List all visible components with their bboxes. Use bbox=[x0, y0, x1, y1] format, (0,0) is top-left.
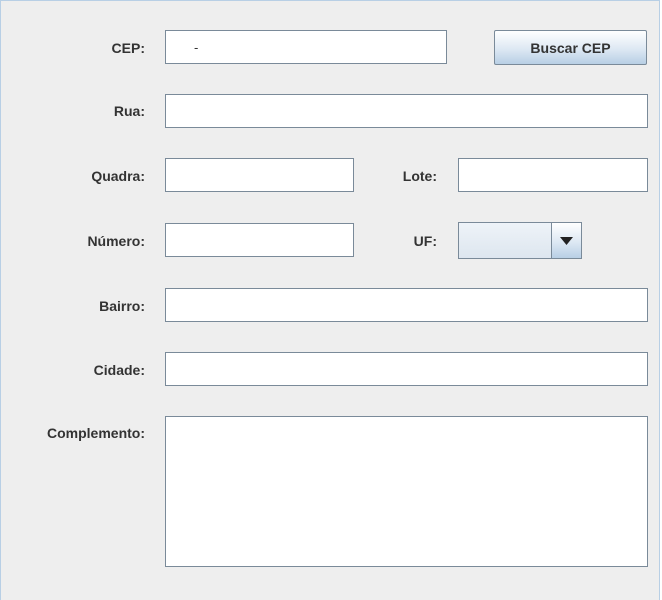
numero-label: Número: bbox=[87, 233, 145, 249]
rua-label: Rua: bbox=[113, 103, 145, 119]
rua-input[interactable] bbox=[165, 94, 648, 128]
lote-label: Lote: bbox=[402, 168, 437, 184]
uf-dropdown-button[interactable] bbox=[551, 223, 581, 258]
cidade-label: Cidade: bbox=[93, 362, 145, 378]
complemento-label: Complemento: bbox=[47, 425, 145, 441]
numero-input[interactable] bbox=[165, 223, 354, 257]
cidade-input[interactable] bbox=[165, 352, 648, 386]
quadra-label: Quadra: bbox=[91, 168, 145, 184]
cep-label: CEP: bbox=[111, 40, 145, 56]
bairro-input[interactable] bbox=[165, 288, 648, 322]
cep-input[interactable] bbox=[165, 30, 447, 64]
complemento-textarea[interactable] bbox=[165, 416, 648, 567]
uf-label: UF: bbox=[413, 233, 437, 249]
uf-selected-value bbox=[459, 223, 551, 258]
lote-input[interactable] bbox=[458, 158, 648, 192]
buscar-cep-button[interactable]: Buscar CEP bbox=[494, 30, 647, 65]
address-form-panel: CEP: Buscar CEP Rua: Quadra: Lote: Númer… bbox=[0, 0, 660, 600]
chevron-down-icon bbox=[560, 237, 573, 245]
quadra-input[interactable] bbox=[165, 158, 354, 192]
bairro-label: Bairro: bbox=[99, 298, 145, 314]
uf-select[interactable] bbox=[458, 222, 582, 259]
